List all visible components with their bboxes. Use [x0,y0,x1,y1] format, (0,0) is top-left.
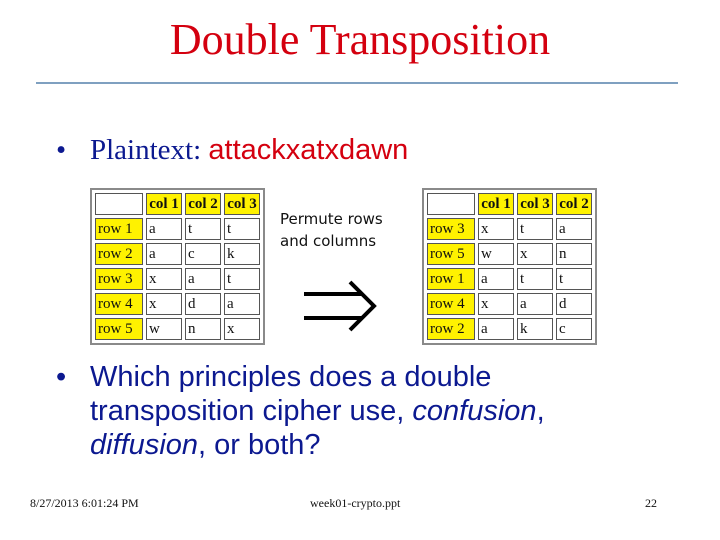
table-row: row 5 w n x [95,318,260,340]
question-text: Which principles does a double [90,361,492,393]
table-row: row 5 w x n [427,243,592,265]
table-cell: a [185,268,221,290]
row-header: row 5 [427,243,475,265]
row-header: row 3 [427,218,475,240]
table-cell: k [517,318,553,340]
row-header: row 4 [427,293,475,315]
table-cell: w [478,243,514,265]
permute-annotation: Permute rows and columns [280,208,420,252]
table-cell: c [556,318,592,340]
question-line: diffusion, or both? [56,428,656,462]
question-text: , or both? [198,429,321,461]
table-cell: t [517,268,553,290]
table-row: row 1 a t t [427,268,592,290]
bullet-icon: • [56,361,67,393]
question-text: , [536,395,545,427]
table-cell: x [517,243,553,265]
column-header: col 1 [478,193,514,215]
footer-filename: week01-crypto.ppt [310,496,401,510]
permuted-table: col 1 col 3 col 2 row 3 x t a row 5 w x … [422,188,597,345]
table-cell: a [224,293,260,315]
table-cell: t [224,218,260,240]
table-cell: t [517,218,553,240]
row-header: row 3 [95,268,143,290]
row-header: row 1 [427,268,475,290]
table-cell: w [146,318,182,340]
footer-date: 8/27/2013 6:01:24 PM [30,496,139,510]
table-cell: t [556,268,592,290]
title-divider [36,82,678,84]
column-header: col 1 [146,193,182,215]
table-cell: x [478,293,514,315]
annotation-line: Permute rows [280,210,383,228]
table-cell: x [146,268,182,290]
table-cell: a [478,268,514,290]
table-cell: t [185,218,221,240]
column-header: col 3 [224,193,260,215]
table-header-row: col 1 col 2 col 3 [95,193,260,215]
plaintext-value: attackxatxdawn [208,134,409,166]
table-row: row 2 a c k [95,243,260,265]
table-cell: n [185,318,221,340]
question-line: • Which principles does a double [56,360,656,394]
plaintext-bullet: • Plaintext: attackxatxdawn [56,132,408,168]
row-header: row 1 [95,218,143,240]
arrow-head [348,280,377,332]
table-cell: c [185,243,221,265]
footer-page-number: 22 [645,496,657,510]
table-cell: d [185,293,221,315]
table-cell: a [517,293,553,315]
table-cell: a [478,318,514,340]
table-row: row 3 x t a [427,218,592,240]
term-confusion: confusion [412,395,537,427]
annotation-line: and columns [280,232,377,250]
question-text: transposition cipher use, [90,395,413,427]
plaintext-label: Plaintext: [90,134,209,166]
table-header-row: col 1 col 3 col 2 [427,193,592,215]
table-cell: x [478,218,514,240]
corner-cell [95,193,143,215]
table-cell: x [146,293,182,315]
table-cell: t [224,268,260,290]
term-diffusion: diffusion [90,429,199,461]
table-row: row 4 x a d [427,293,592,315]
row-header: row 2 [427,318,475,340]
question-bullet: • Which principles does a double transpos… [56,360,656,462]
table-row: row 4 x d a [95,293,260,315]
corner-cell [427,193,475,215]
table-cell: x [224,318,260,340]
slide-title: Double Transposition [169,15,551,64]
column-header: col 2 [185,193,221,215]
table-cell: a [556,218,592,240]
original-table: col 1 col 2 col 3 row 1 a t t row 2 a c … [90,188,265,345]
table-row: row 3 x a t [95,268,260,290]
bullet-icon: • [56,134,67,166]
column-header: col 2 [556,193,592,215]
question-line: transposition cipher use, confusion, [56,394,656,428]
table-cell: k [224,243,260,265]
double-arrow-icon [304,280,377,332]
table-cell: n [556,243,592,265]
table-row: row 1 a t t [95,218,260,240]
table-cell: a [146,218,182,240]
row-header: row 2 [95,243,143,265]
table-row: row 2 a k c [427,318,592,340]
table-cell: a [146,243,182,265]
row-header: row 4 [95,293,143,315]
table-cell: d [556,293,592,315]
column-header: col 3 [517,193,553,215]
row-header: row 5 [95,318,143,340]
